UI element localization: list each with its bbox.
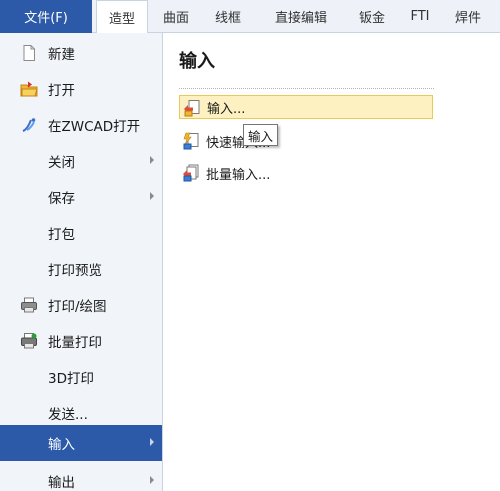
batch-import-icon: [182, 164, 200, 182]
printer-icon: [20, 296, 38, 314]
import-icon: [183, 99, 201, 117]
menu-item-label: 在ZWCAD打开: [48, 119, 141, 135]
tooltip: 输入: [243, 124, 279, 146]
menu-item-label: 批量打印: [48, 335, 102, 351]
import-submenu-pane: 输入 输入... 快速输入... 批量输入...: [163, 33, 500, 491]
menu-item-label: 发送...: [48, 407, 88, 423]
menu-item-open-in-zwcad[interactable]: 在ZWCAD打开: [0, 107, 162, 143]
quick-import-button[interactable]: 快速输入...: [179, 129, 433, 153]
tab-weldment[interactable]: 焊件: [446, 0, 490, 33]
menu-item-label: 打印预览: [48, 263, 102, 279]
open-folder-icon: [20, 80, 38, 98]
batch-import-button[interactable]: 批量输入...: [179, 161, 433, 185]
menu-item-label: 打开: [48, 83, 75, 99]
tab-fti[interactable]: FTI: [402, 0, 438, 33]
submenu-arrow-icon: [150, 156, 154, 164]
menu-item-import[interactable]: 输入: [0, 425, 162, 461]
new-document-icon: [20, 44, 38, 62]
submenu-arrow-icon: [150, 192, 154, 200]
file-tab[interactable]: 文件(F): [0, 0, 92, 33]
zwcad-icon: [20, 116, 38, 134]
menu-item-label: 关闭: [48, 155, 75, 171]
submenu-arrow-icon: [150, 476, 154, 484]
menu-item-label: 保存: [48, 191, 75, 207]
menu-item-print-plot[interactable]: 打印/绘图: [0, 287, 162, 323]
tab-modeling[interactable]: 造型: [96, 0, 148, 34]
ribbon-tab-bar: 文件(F) 造型 曲面 线框 直接编辑 钣金 FTI 焊件: [0, 0, 500, 34]
tab-direct-edit[interactable]: 直接编辑: [262, 0, 340, 33]
batch-printer-icon: [20, 332, 38, 350]
submenu-arrow-icon: [150, 438, 154, 446]
menu-item-label: 输出: [48, 475, 75, 491]
import-button[interactable]: 输入...: [179, 95, 433, 119]
file-menu: 新建 打开 在ZWCAD打开 关闭 保存 打包 打印预览 打印/绘图 批量打印 …: [0, 33, 163, 491]
menu-item-label: 输入: [48, 437, 75, 453]
menu-item-label: 打包: [48, 227, 75, 243]
pane-title: 输入: [179, 51, 215, 72]
menu-item-label: 打印/绘图: [48, 299, 107, 315]
pane-divider: [179, 88, 434, 89]
menu-item-print-preview[interactable]: 打印预览: [0, 251, 162, 287]
menu-item-batch-print[interactable]: 批量打印: [0, 323, 162, 359]
menu-item-label: 3D打印: [48, 371, 94, 387]
tab-surface[interactable]: 曲面: [152, 0, 200, 33]
menu-item-pack[interactable]: 打包: [0, 215, 162, 251]
menu-item-save[interactable]: 保存: [0, 179, 162, 215]
menu-item-export[interactable]: 输出: [0, 463, 162, 491]
menu-item-new[interactable]: 新建: [0, 35, 162, 71]
menu-item-3d-print[interactable]: 3D打印: [0, 359, 162, 395]
menu-item-close[interactable]: 关闭: [0, 143, 162, 179]
menu-item-label: 新建: [48, 47, 75, 63]
pane-item-label: 输入...: [207, 101, 246, 117]
tab-sheet-metal[interactable]: 钣金: [350, 0, 394, 33]
menu-item-open[interactable]: 打开: [0, 71, 162, 107]
tab-wireframe[interactable]: 线框: [204, 0, 252, 33]
pane-item-label: 批量输入...: [206, 167, 271, 183]
quick-import-icon: [182, 132, 200, 150]
